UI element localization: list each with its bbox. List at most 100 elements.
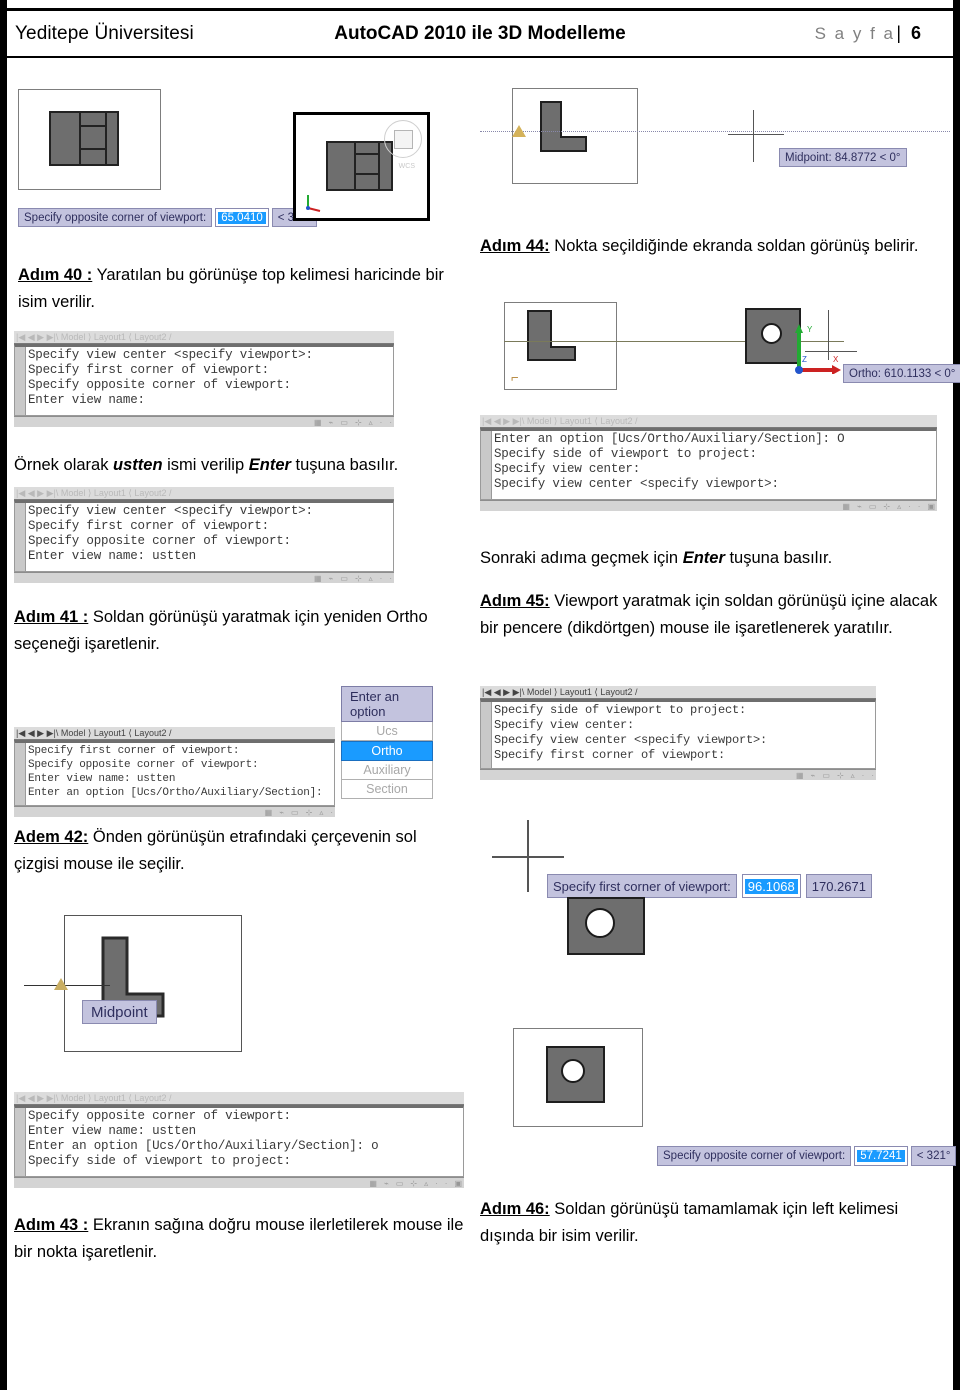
command-status-bar: ▦ ⌁ ▭ ⊹ ▵ · · xyxy=(480,769,876,780)
option-item-ucs[interactable]: Ucs xyxy=(341,722,433,741)
command-line-3: Specify opposite corner of viewport: xyxy=(28,534,291,548)
command-line-4: Specify first corner of viewport: xyxy=(494,748,726,762)
model-3d-divider-horizontal-bottom xyxy=(354,173,380,175)
step-41-label: Adım 41 : xyxy=(14,608,89,626)
command-line-3: Enter view name: ustten xyxy=(28,773,176,785)
command-status-bar: ▦ ⌁ ▭ ⊹ ▵ · xyxy=(14,806,335,817)
next-step-emphasis-enter: Enter xyxy=(682,549,725,567)
command-body: Specify view center <specify viewport>: … xyxy=(14,344,394,416)
model-divider-horizontal-bottom xyxy=(79,148,107,150)
layout-tabs[interactable]: |◀ ◀ ▶ ▶|\ Model ⟩ Layout1 ⟨ Layout2 / xyxy=(14,487,394,500)
option-item-section[interactable]: Section xyxy=(341,780,433,799)
drawing-canvas-top-left xyxy=(18,89,161,190)
command-status-bar: ▦ ⌁ ▭ ⊹ ▵ · · xyxy=(14,572,394,583)
command-gutter xyxy=(15,1108,26,1176)
drawing-canvas-midpoint xyxy=(64,915,242,1052)
tooltip-angle: < 321° xyxy=(910,1146,957,1166)
next-step-paragraph: Sonraki adıma geçmek için Enter tuşuna b… xyxy=(480,545,930,572)
command-line-2: Specify first corner of viewport: xyxy=(28,519,269,533)
example-emphasis-enter: Enter xyxy=(248,456,291,474)
command-line-4: Enter an option [Ucs/Ortho/Auxiliary/Sec… xyxy=(28,787,323,799)
command-gutter xyxy=(15,743,26,805)
osnap-warning-icon xyxy=(512,125,526,137)
drawing-canvas-ortho: ⌐ xyxy=(504,302,617,390)
header-page-number: 6 xyxy=(910,23,921,43)
command-line-2: Specify opposite corner of viewport: xyxy=(28,759,259,771)
command-window-5: |◀ ◀ ▶ ▶|\ Model ⟩ Layout1 ⟨ Layout2 / S… xyxy=(480,686,876,780)
tooltip-second-value: 170.2671 xyxy=(805,874,872,898)
command-gutter xyxy=(481,702,492,768)
side-view-hole xyxy=(761,323,782,344)
viewcube-compass-label: WCS xyxy=(398,163,415,170)
step-43-paragraph: Adım 43 : Ekranın sağına doğru mouse ile… xyxy=(14,1212,469,1266)
command-line-3: Enter an option [Ucs/Ortho/Auxiliary/Sec… xyxy=(28,1139,379,1153)
example-name-paragraph: Örnek olarak ustten ismi verilip Enter t… xyxy=(14,452,464,479)
layout-tabs[interactable]: |◀ ◀ ▶ ▶|\ Model ⟩ Layout1 ⟨ Layout2 / xyxy=(14,1092,464,1105)
option-menu[interactable]: Enter an option Ucs Ortho Auxiliary Sect… xyxy=(341,686,433,799)
side-viewport-hole xyxy=(561,1059,585,1083)
command-line-2: Specify view center: xyxy=(494,718,635,732)
command-line-3: Specify opposite corner of viewport: xyxy=(28,378,291,392)
page-header: Yeditepe Üniversitesi AutoCAD 2010 ile 3… xyxy=(7,8,953,58)
option-item-auxiliary[interactable]: Auxiliary xyxy=(341,761,433,780)
command-line-1: Specify view center <specify viewport>: xyxy=(28,348,313,362)
model-top-view-shape xyxy=(49,111,119,166)
option-menu-header: Enter an option xyxy=(341,686,433,722)
command-window-2: |◀ ◀ ▶ ▶|\ Model ⟩ Layout1 ⟨ Layout2 / S… xyxy=(14,487,394,583)
tooltip-value-field[interactable]: 65.0410 xyxy=(215,208,269,227)
step-42-label: Adem 42: xyxy=(14,828,89,846)
step-43-label: Adım 43 : xyxy=(14,1216,89,1234)
command-line-2: Specify first corner of viewport: xyxy=(28,363,269,377)
drawing-canvas-top-mid: WCS xyxy=(293,112,430,221)
step-44-label: Adım 44: xyxy=(480,237,550,255)
tooltip-label: Midpoint xyxy=(82,1000,157,1024)
command-window-4: |◀ ◀ ▶ ▶|\ Model ⟩ Layout1 ⟨ Layout2 / E… xyxy=(480,415,937,511)
command-line-1: Specify side of viewport to project: xyxy=(494,703,747,717)
tooltip-first-corner: Specify first corner of viewport: 96.106… xyxy=(547,874,872,898)
viewcube-icon[interactable] xyxy=(384,120,422,158)
command-line-1: Specify view center <specify viewport>: xyxy=(28,504,313,518)
svg-text:Y: Y xyxy=(807,325,813,334)
model-divider-vertical-right xyxy=(105,111,107,166)
step-45-paragraph: Adım 45: Viewport yaratmak için soldan g… xyxy=(480,588,940,642)
tooltip-label: Specify opposite corner of viewport: xyxy=(18,208,213,227)
tooltip-value-field[interactable]: 57.7241 xyxy=(854,1146,908,1166)
layout-tabs[interactable]: |◀ ◀ ▶ ▶|\ Model ⟩ Layout1 ⟨ Layout2 / xyxy=(14,727,335,740)
command-body: Enter an option [Ucs/Ortho/Auxiliary/Sec… xyxy=(480,428,937,500)
example-emphasis-ustten: ustten xyxy=(113,456,163,474)
model-3d-shape xyxy=(326,141,393,191)
ortho-l-shape-svg xyxy=(527,310,576,361)
step-42-paragraph: Adem 42: Önden görünüşün etrafındaki çer… xyxy=(14,824,464,878)
command-gutter xyxy=(15,503,26,571)
example-post: tuşuna basılır. xyxy=(290,456,399,474)
command-line-1: Specify opposite corner of viewport: xyxy=(28,1109,291,1123)
model-divider-vertical-left xyxy=(79,111,81,166)
option-item-ortho[interactable]: Ortho xyxy=(341,741,433,761)
step-44-text: Nokta seçildiğinde ekranda soldan görünü… xyxy=(549,237,919,255)
command-line-4: Enter view name: ustten xyxy=(28,549,196,563)
tooltip-opposite-corner-2: Specify opposite corner of viewport: 57.… xyxy=(657,1146,957,1166)
next-step-pre: Sonraki adıma geçmek için xyxy=(480,549,683,567)
command-line-1: Specify first corner of viewport: xyxy=(28,745,240,757)
tooltip-value-field[interactable]: 96.1068 xyxy=(741,874,801,898)
step-40-paragraph: Adım 40 : Yaratılan bu görünüşe top keli… xyxy=(18,262,463,316)
viewcube-face xyxy=(394,130,413,149)
layout-tabs[interactable]: |◀ ◀ ▶ ▶|\ Model ⟩ Layout1 ⟨ Layout2 / xyxy=(14,331,394,344)
tooltip-midpoint-angle: Midpoint: 84.8772 < 0° xyxy=(779,148,907,167)
command-line-4: Enter view name: xyxy=(28,393,145,407)
ucs-icon-small: ⌐ xyxy=(511,370,519,385)
command-window-6: |◀ ◀ ▶ ▶|\ Model ⟩ Layout1 ⟨ Layout2 / S… xyxy=(14,1092,464,1188)
layout-tabs[interactable]: |◀ ◀ ▶ ▶|\ Model ⟩ Layout1 ⟨ Layout2 / xyxy=(480,686,876,699)
ucs-axis-triad: Y Z X xyxy=(789,322,851,375)
tooltip-label: Ortho: 610.1133 < 0° xyxy=(843,364,960,383)
example-pre: Örnek olarak xyxy=(14,456,114,474)
command-gutter xyxy=(481,431,492,499)
tooltip-value: 57.7241 xyxy=(857,1150,905,1162)
command-window-3: |◀ ◀ ▶ ▶|\ Model ⟩ Layout1 ⟨ Layout2 / S… xyxy=(14,727,335,817)
tooltip-label: Specify first corner of viewport: xyxy=(547,874,737,898)
model-divider-horizontal-top xyxy=(79,125,107,127)
front-view-l-svg xyxy=(540,101,587,152)
midpoint-osnap-icon xyxy=(54,978,68,990)
command-line-3: Specify view center: xyxy=(494,462,641,476)
layout-tabs[interactable]: |◀ ◀ ▶ ▶|\ Model ⟩ Layout1 ⟨ Layout2 / xyxy=(480,415,937,428)
